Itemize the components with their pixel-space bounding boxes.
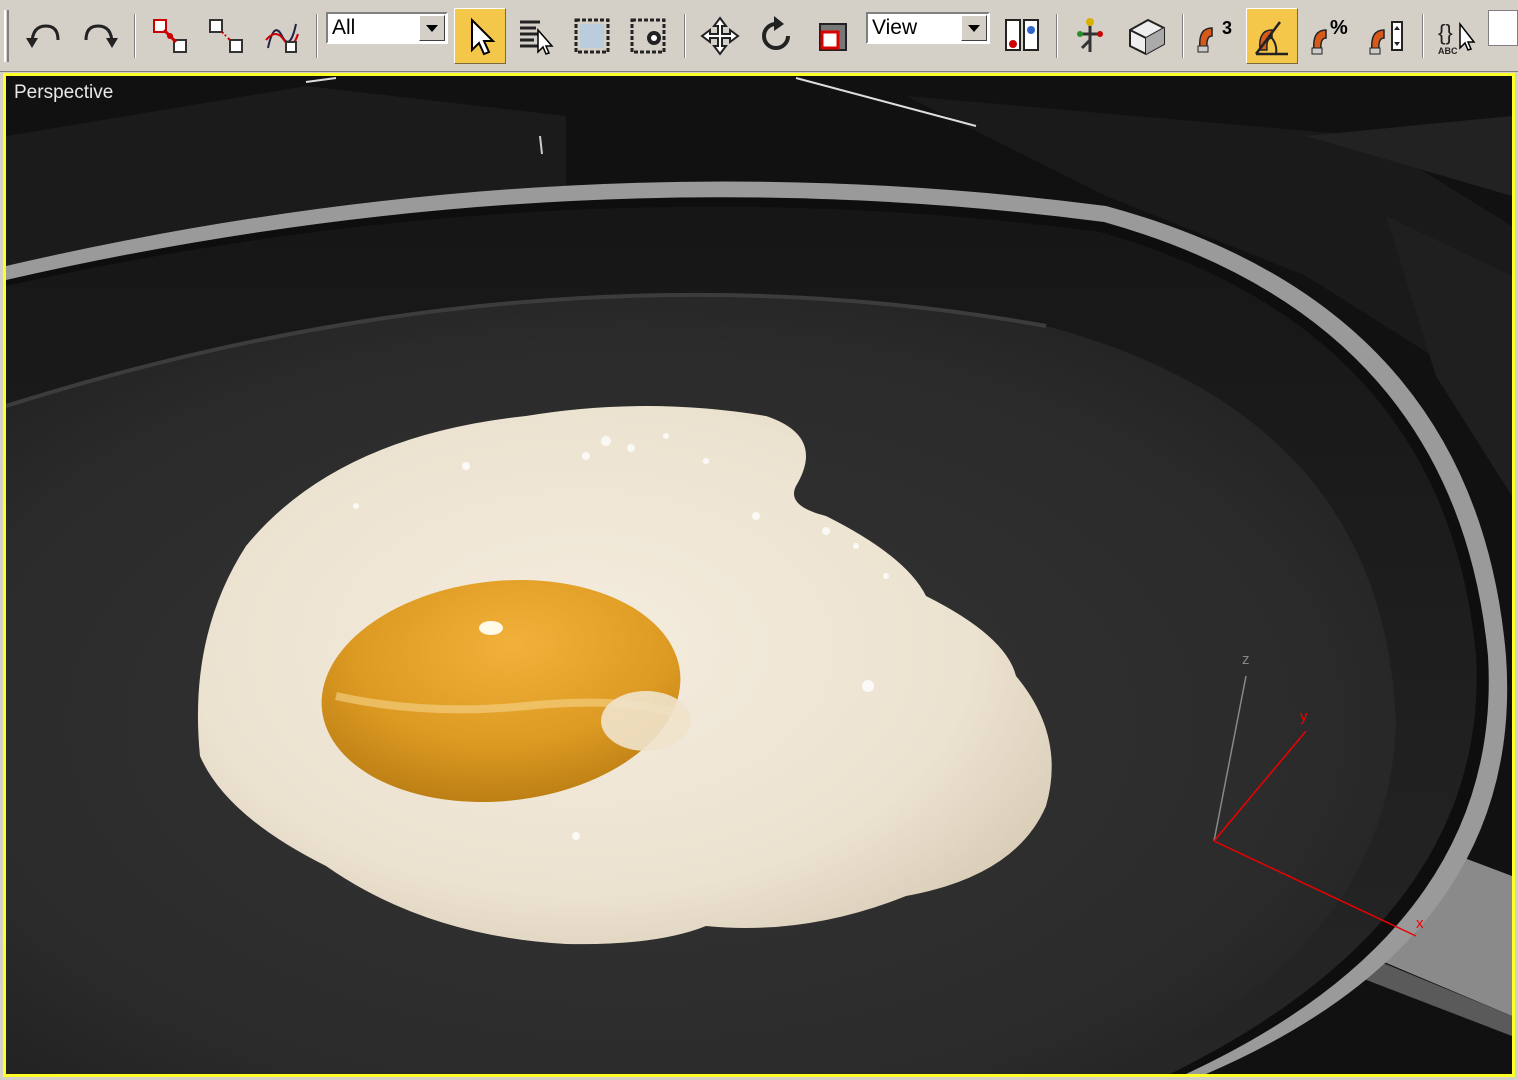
arrow-cursor-icon bbox=[471, 17, 496, 56]
undo-button[interactable] bbox=[18, 8, 70, 64]
percent-snap-toggle-button[interactable]: % bbox=[1302, 8, 1354, 64]
angle-snap-icon bbox=[1255, 21, 1288, 56]
toolbar-separator bbox=[1182, 14, 1184, 58]
reference-coordinate-value: View bbox=[872, 16, 918, 39]
x-axis-label: x bbox=[1416, 915, 1424, 932]
select-and-rotate-button[interactable] bbox=[750, 8, 802, 64]
toolbar-separator bbox=[134, 14, 136, 58]
named-selection-input[interactable] bbox=[1488, 10, 1518, 46]
select-by-name-icon bbox=[520, 20, 554, 55]
svg-text:3: 3 bbox=[1222, 18, 1232, 38]
select-by-name-button[interactable] bbox=[510, 8, 562, 64]
named-selection-icon: {} ABC bbox=[1438, 20, 1476, 56]
select-and-link-button[interactable] bbox=[144, 8, 196, 64]
undo-icon bbox=[26, 24, 60, 48]
z-axis-label: z bbox=[1242, 651, 1250, 668]
redo-button[interactable] bbox=[74, 8, 126, 64]
viewport-scene: z y x bbox=[6, 76, 1512, 1074]
reference-coordinate-dropdown[interactable]: View bbox=[866, 12, 990, 44]
space-warp-icon bbox=[265, 23, 299, 53]
select-and-manipulate-button[interactable] bbox=[1064, 8, 1116, 64]
perspective-viewport[interactable]: z y x Perspective bbox=[3, 73, 1515, 1077]
unlink-icon bbox=[209, 19, 243, 53]
rect-selection-icon bbox=[574, 18, 610, 54]
snaps-toggle-button[interactable]: 3 bbox=[1188, 8, 1240, 64]
scale-icon bbox=[819, 23, 847, 51]
spinner-snap-icon bbox=[1369, 21, 1403, 55]
snap-3-icon: 3 bbox=[1197, 18, 1232, 53]
toolbar-separator bbox=[316, 14, 318, 58]
keyboard-shortcut-override-button[interactable] bbox=[1120, 8, 1172, 64]
main-toolbar: All View 3 % {} ABC bbox=[0, 0, 1518, 72]
move-icon bbox=[700, 16, 740, 56]
pivot-center-icon bbox=[1005, 19, 1039, 51]
edit-named-selection-sets-button[interactable]: {} ABC bbox=[1430, 8, 1482, 64]
window-crossing-button[interactable] bbox=[622, 8, 674, 64]
percent-snap-icon: % bbox=[1311, 17, 1348, 55]
toolbar-grip[interactable] bbox=[4, 10, 9, 62]
unlink-selection-button[interactable] bbox=[200, 8, 252, 64]
link-icon bbox=[153, 19, 187, 53]
toolbar-separator bbox=[1056, 14, 1058, 58]
manipulate-icon bbox=[1077, 18, 1103, 52]
chevron-down-icon[interactable] bbox=[961, 15, 987, 41]
rectangular-selection-button[interactable] bbox=[566, 8, 618, 64]
toolbar-separator bbox=[684, 14, 686, 58]
y-axis-label: y bbox=[1300, 708, 1308, 725]
keyboard-override-icon bbox=[1129, 18, 1165, 56]
svg-text:%: % bbox=[1330, 17, 1348, 39]
svg-text:ABC: ABC bbox=[1438, 46, 1458, 56]
spinner-snap-toggle-button[interactable] bbox=[1360, 8, 1412, 64]
viewport-label[interactable]: Perspective bbox=[14, 82, 113, 104]
bind-to-space-warp-button[interactable] bbox=[256, 8, 308, 64]
toolbar-separator bbox=[1422, 14, 1424, 58]
window-crossing-icon bbox=[630, 18, 666, 54]
select-and-move-button[interactable] bbox=[694, 8, 746, 64]
selection-filter-value: All bbox=[332, 16, 356, 39]
select-and-scale-button[interactable] bbox=[806, 8, 858, 64]
rotate-icon bbox=[762, 16, 790, 50]
select-object-button[interactable] bbox=[454, 8, 506, 64]
angle-snap-toggle-button[interactable] bbox=[1246, 8, 1298, 64]
use-pivot-center-button[interactable] bbox=[996, 8, 1048, 64]
selection-filter-dropdown[interactable]: All bbox=[326, 12, 448, 44]
redo-icon bbox=[84, 24, 118, 48]
svg-text:{}: {} bbox=[1438, 20, 1453, 45]
chevron-down-icon[interactable] bbox=[419, 15, 445, 41]
